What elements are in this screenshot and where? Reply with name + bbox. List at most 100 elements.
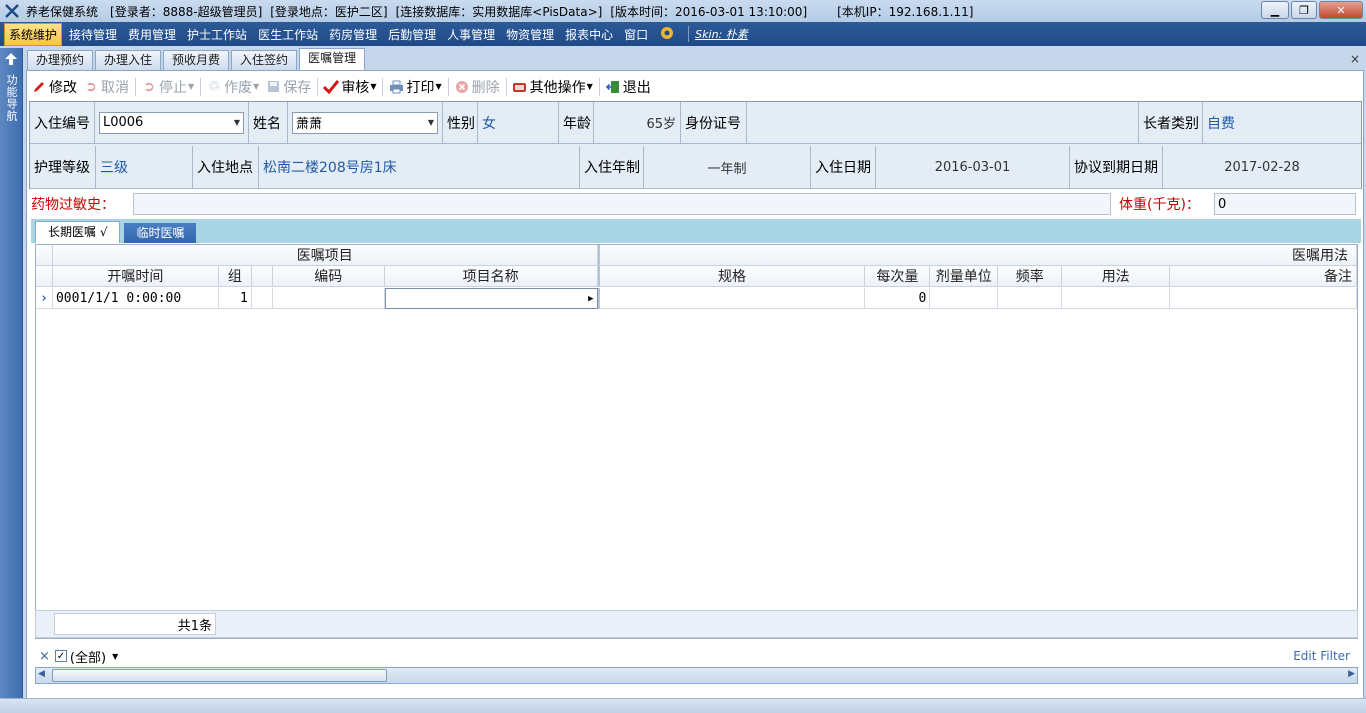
- cell-item-name[interactable]: ▶: [384, 288, 598, 309]
- cell-usage[interactable]: [1062, 288, 1171, 309]
- scroll-right-icon[interactable]: ▶: [1348, 669, 1355, 679]
- col-spec[interactable]: 规格: [597, 266, 866, 287]
- allergy-input[interactable]: [133, 193, 1111, 215]
- cell-frequency[interactable]: [998, 288, 1063, 309]
- menu-hr[interactable]: 人事管理: [443, 24, 499, 45]
- status-bar: [0, 698, 1366, 713]
- cancel-button[interactable]: ➲ 取消: [83, 77, 129, 97]
- menu-reception[interactable]: 接待管理: [65, 24, 121, 45]
- close-tab-icon[interactable]: ×: [1350, 52, 1360, 66]
- menu-logistics[interactable]: 后勤管理: [384, 24, 440, 45]
- menu-system[interactable]: 系统维护: [4, 22, 63, 46]
- caret-right-icon[interactable]: ▶: [588, 294, 593, 304]
- chevron-down-icon[interactable]: ▼: [428, 118, 434, 127]
- chevron-down-icon: ▼: [370, 82, 377, 91]
- resident-id-value: L0006: [103, 115, 144, 130]
- menu-reports[interactable]: 报表中心: [561, 24, 617, 45]
- horizontal-scrollbar[interactable]: ◀ ▶: [35, 667, 1358, 684]
- cell-dose[interactable]: 0: [865, 288, 931, 309]
- col-item-name[interactable]: 项目名称: [384, 266, 598, 287]
- menu-materials[interactable]: 物资管理: [502, 24, 558, 45]
- col-code[interactable]: 编码: [272, 266, 385, 287]
- audit-button[interactable]: 审核 ▼: [323, 77, 376, 97]
- exit-button[interactable]: 退出: [605, 77, 651, 97]
- tab-long-term-orders[interactable]: 长期医嘱 √: [35, 221, 121, 243]
- cell-remark[interactable]: [1170, 288, 1357, 309]
- chevron-down-icon[interactable]: ▼: [112, 652, 118, 661]
- col-indicator: [36, 266, 53, 287]
- name-label: 姓名: [248, 102, 288, 143]
- navigation-sidebar[interactable]: 功能导航: [0, 48, 23, 698]
- weight-input[interactable]: 0: [1214, 193, 1356, 215]
- name-combo[interactable]: 萧萧 ▼: [292, 111, 438, 134]
- close-window-button[interactable]: ✕: [1319, 1, 1363, 19]
- stop-button[interactable]: ➲ 停止 ▼: [141, 77, 194, 97]
- print-button[interactable]: 打印 ▼: [388, 77, 442, 97]
- menu-fees[interactable]: 费用管理: [124, 24, 180, 45]
- minimize-button[interactable]: ▁: [1261, 1, 1289, 19]
- gender-value: 女: [478, 102, 559, 143]
- band-spacer: [36, 245, 53, 266]
- scrollbar-thumb[interactable]: [52, 669, 387, 682]
- chevron-down-icon[interactable]: ▼: [234, 118, 240, 127]
- tab-admission[interactable]: 办理入住: [95, 50, 162, 70]
- tab-reservation[interactable]: 办理预约: [27, 50, 94, 70]
- menu-doctor-station[interactable]: 医生工作站: [254, 24, 322, 45]
- other-operations-button[interactable]: 其他操作 ▼: [512, 77, 593, 97]
- menu-nurse-station[interactable]: 护士工作站: [183, 24, 251, 45]
- filter-text[interactable]: (全部): [70, 647, 106, 666]
- menu-pharmacy[interactable]: 药房管理: [325, 24, 381, 45]
- save-button[interactable]: 保存: [265, 77, 311, 97]
- col-remark[interactable]: 备注: [1170, 266, 1357, 287]
- toolbar: 修改 ➲ 取消 ➲ 停止 ▼ ♲ 作废 ▼ 保存 审核 ▼ 打印 ▼ 删除 其他…: [27, 74, 1363, 99]
- cell-spec[interactable]: [597, 288, 866, 309]
- cell-group[interactable]: 1: [218, 288, 252, 309]
- col-flag[interactable]: [251, 266, 273, 287]
- record-count: 共1条: [54, 613, 216, 635]
- database-info: [连接数据库：实用数据库<PisData>]: [395, 4, 603, 19]
- col-dose[interactable]: 每次量: [865, 266, 931, 287]
- checkmark-icon: [323, 79, 340, 95]
- skin-selector[interactable]: Skin: 朴素: [695, 26, 748, 42]
- cell-dose-unit[interactable]: [930, 288, 999, 309]
- tab-medical-orders[interactable]: 医嘱管理: [299, 48, 366, 70]
- toggle-icon[interactable]: [655, 23, 679, 46]
- void-icon: ♲: [207, 78, 221, 95]
- maximize-button[interactable]: ❐: [1291, 1, 1317, 19]
- filter-checkbox[interactable]: ✓: [54, 650, 67, 662]
- col-frequency[interactable]: 频率: [998, 266, 1063, 287]
- col-dose-unit[interactable]: 剂量单位: [930, 266, 999, 287]
- col-group[interactable]: 组: [218, 266, 252, 287]
- pencil-icon: [31, 79, 47, 95]
- age-label: 年龄: [559, 102, 594, 143]
- tab-prepaid-fee[interactable]: 预收月费: [163, 50, 230, 70]
- cell-code[interactable]: [272, 288, 385, 309]
- modify-label: 修改: [49, 79, 77, 96]
- resident-id-combo[interactable]: L0006 ▼: [99, 111, 244, 134]
- stop-label: 停止: [159, 79, 187, 96]
- tab-contract[interactable]: 入住签约: [231, 50, 298, 70]
- edit-filter-link[interactable]: Edit Filter: [1293, 649, 1350, 663]
- col-order-time[interactable]: 开嘱时间: [52, 266, 219, 287]
- idcard-label: 身份证号: [681, 102, 747, 143]
- void-button[interactable]: ♲ 作废 ▼: [206, 77, 259, 97]
- pin-icon[interactable]: [4, 52, 18, 70]
- cell-flag[interactable]: [251, 288, 273, 309]
- scroll-left-icon[interactable]: ◀: [38, 669, 45, 679]
- toolbar-divider: [447, 77, 449, 96]
- modify-button[interactable]: 修改: [31, 77, 77, 97]
- tab-temporary-orders[interactable]: 临时医嘱: [124, 223, 197, 243]
- title-bar: 养老保健系统 [登录者：8888-超级管理员] [登录地点：医护二区] [连接数…: [0, 0, 1366, 22]
- menu-window[interactable]: 窗口: [620, 24, 652, 45]
- allergy-row: 药物过敏史： 体重(千克)： 0: [29, 192, 1362, 216]
- menu-divider: [688, 26, 690, 42]
- save-label: 保存: [283, 79, 312, 96]
- clear-filter-icon[interactable]: ×: [39, 649, 50, 664]
- cell-order-time[interactable]: 0001/1/1 0:00:00: [52, 288, 219, 309]
- resident-id-cell: L0006 ▼: [95, 102, 248, 143]
- delete-button[interactable]: 删除: [454, 77, 500, 97]
- col-usage[interactable]: 用法: [1062, 266, 1171, 287]
- table-row[interactable]: › 0001/1/1 0:00:00 1 ▶ 0: [36, 288, 1357, 309]
- expire-date-label: 协议到期日期: [1070, 146, 1163, 188]
- minimize-icon: ▁: [1270, 3, 1280, 17]
